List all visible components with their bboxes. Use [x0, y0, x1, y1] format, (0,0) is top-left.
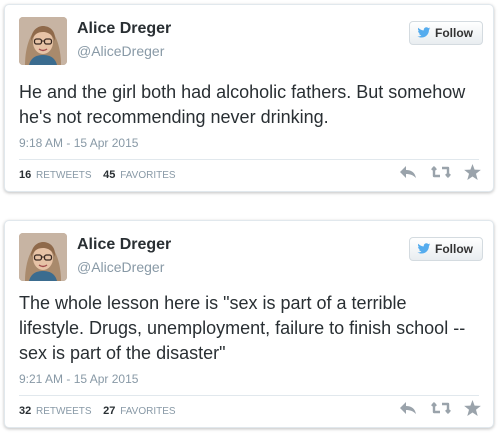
divider: [19, 395, 479, 396]
timestamp[interactable]: 9:21 AM - 15 Apr 2015: [19, 372, 138, 386]
follow-label: Follow: [435, 242, 473, 256]
reply-icon[interactable]: [398, 164, 418, 180]
tweet-stats: 16 RETWEETS 45 FAVORITES: [19, 169, 176, 181]
display-name[interactable]: Alice Dreger: [77, 236, 171, 254]
twitter-bird-icon: [417, 243, 431, 255]
favorite-count[interactable]: 45 FAVORITES: [103, 169, 175, 181]
follow-button[interactable]: Follow: [409, 21, 483, 45]
divider: [19, 159, 479, 160]
tweet-card: Alice Dreger @AliceDreger Follow He and …: [4, 4, 494, 192]
username[interactable]: @AliceDreger: [77, 43, 164, 59]
follow-button[interactable]: Follow: [409, 237, 483, 261]
display-name[interactable]: Alice Dreger: [77, 20, 171, 38]
tweet-card: Alice Dreger @AliceDreger Follow The who…: [4, 220, 494, 428]
twitter-bird-icon: [417, 27, 431, 39]
avatar[interactable]: [19, 233, 67, 281]
star-icon[interactable]: [464, 400, 481, 416]
tweet-text: He and the girl both had alcoholic fathe…: [19, 82, 466, 127]
username[interactable]: @AliceDreger: [77, 259, 164, 275]
avatar[interactable]: [19, 17, 67, 65]
star-icon[interactable]: [464, 164, 481, 180]
tweet-actions: [398, 400, 481, 416]
retweet-icon[interactable]: [430, 164, 452, 180]
reply-icon[interactable]: [398, 400, 418, 416]
tweet-text: The whole lesson here is "sex is part of…: [19, 293, 466, 363]
retweet-count[interactable]: 32 RETWEETS: [19, 405, 92, 417]
retweet-icon[interactable]: [430, 400, 452, 416]
tweet-stats: 32 RETWEETS 27 FAVORITES: [19, 405, 176, 417]
retweet-count[interactable]: 16 RETWEETS: [19, 169, 92, 181]
favorite-count[interactable]: 27 FAVORITES: [103, 405, 175, 417]
follow-label: Follow: [435, 26, 473, 40]
tweet-actions: [398, 164, 481, 180]
timestamp[interactable]: 9:18 AM - 15 Apr 2015: [19, 136, 138, 150]
